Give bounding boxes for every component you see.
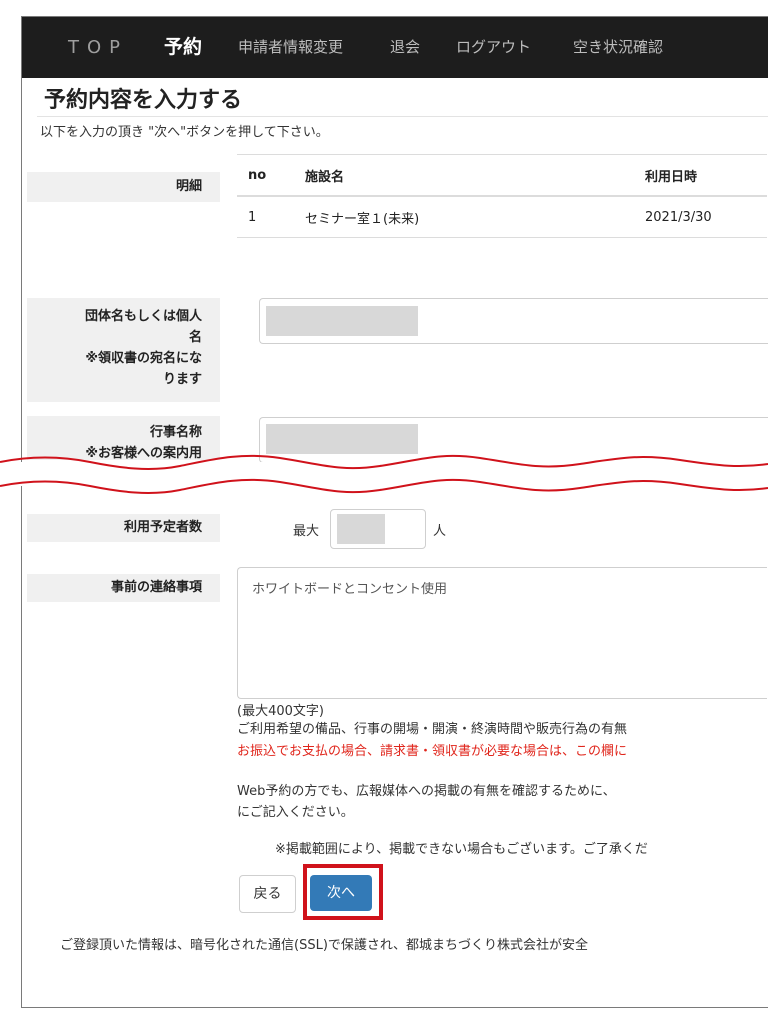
next-button-highlight <box>303 864 383 920</box>
nav-availability-link[interactable]: 空き状況確認 <box>573 17 663 78</box>
col-header-facility: 施設名 <box>294 154 634 197</box>
notes-help-line1: ご利用希望の備品、行事の開場・開演・終演時間や販売行為の有無 <box>237 722 628 737</box>
redacted-value <box>266 306 418 336</box>
footer-note: ご登録頂いた情報は、暗号化された通信(SSL)で保護され、都城まちづくり株式会社… <box>60 938 589 953</box>
nav-logout-link[interactable]: ログアウト <box>456 17 531 78</box>
table-row: 1 セミナー室１(未来) 2021/3/30 <box>237 195 767 238</box>
back-button[interactable]: 戻る <box>239 875 296 913</box>
navbar: TOP 予約 申請者情報変更 退会 ログアウト 空き状況確認 <box>22 17 768 78</box>
attendees-prefix: 最大 <box>293 524 320 539</box>
group-name-label: 団体名もしくは個人名 ※領収書の宛名になります <box>27 298 220 402</box>
notes-label: 事前の連絡事項 <box>27 574 220 602</box>
omission-wave-icon <box>0 454 768 494</box>
page-subtitle: 以下を入力の頂き "次へ"ボタンを押して下さい。 <box>40 125 329 140</box>
notes-help-line3b: にご記入ください。 <box>237 805 354 820</box>
redacted-value <box>337 514 385 544</box>
nav-profile-edit-link[interactable]: 申請者情報変更 <box>238 17 343 78</box>
cell-no: 1 <box>237 195 294 238</box>
nav-top-link[interactable]: TOP <box>68 17 128 78</box>
details-label: 明細 <box>27 172 220 202</box>
details-table: no 施設名 利用日時 1 セミナー室１(未来) 2021/3/30 <box>237 154 767 238</box>
notes-textarea[interactable]: ホワイトボードとコンセント使用 <box>237 567 767 699</box>
nav-withdraw-link[interactable]: 退会 <box>390 17 420 78</box>
notes-help-line4: ※掲載範囲により、掲載できない場合もございます。ご了承くだ <box>275 842 648 857</box>
max-chars-note: (最大400文字) <box>237 704 324 719</box>
notes-help-line2: お振込でお支払の場合、請求書・領収書が必要な場合は、この欄に <box>237 744 628 759</box>
attendees-unit: 人 <box>433 524 447 539</box>
title-divider <box>37 116 768 117</box>
table-header-row: no 施設名 利用日時 <box>237 154 767 197</box>
cell-facility: セミナー室１(未来) <box>294 195 634 238</box>
col-header-datetime: 利用日時 <box>634 154 767 197</box>
attendees-input[interactable] <box>330 509 426 549</box>
notes-help-line3: Web予約の方でも、広報媒体への掲載の有無を確認するために、 <box>237 784 616 799</box>
col-header-no: no <box>237 154 294 197</box>
nav-reserve-link[interactable]: 予約 <box>164 17 202 78</box>
cell-datetime: 2021/3/30 <box>634 195 767 238</box>
page-title: 予約内容を入力する <box>44 88 243 113</box>
attendees-label: 利用予定者数 <box>27 514 220 542</box>
group-name-input[interactable] <box>259 298 768 344</box>
